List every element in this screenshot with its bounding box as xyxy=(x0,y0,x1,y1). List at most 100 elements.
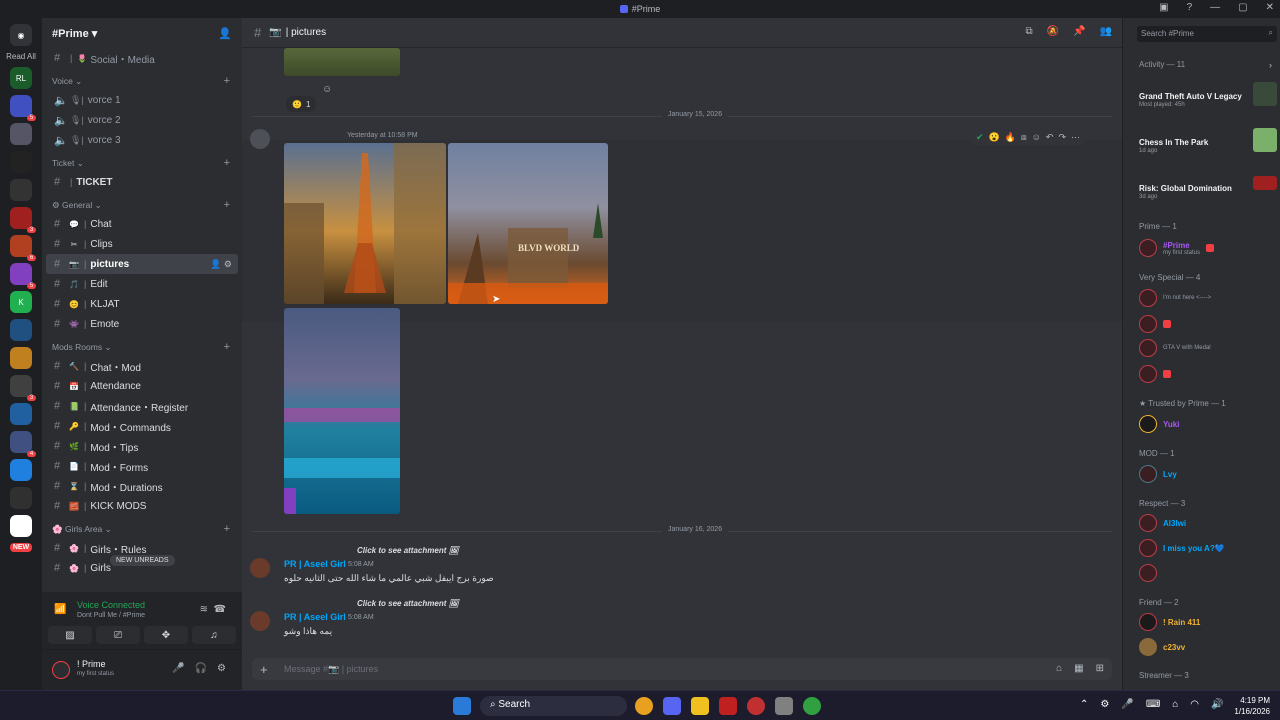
channel-chat[interactable]: # 💬 | Chat xyxy=(46,214,238,234)
eiffel-tower-image[interactable] xyxy=(284,143,446,304)
server-icon-15[interactable] xyxy=(10,515,32,537)
member-item[interactable] xyxy=(1139,364,1171,384)
new-unreads-pill[interactable]: NEW UNREADS xyxy=(110,555,175,566)
apps-icon[interactable]: ⊞ xyxy=(1096,663,1104,674)
volume-icon[interactable]: 🔊 xyxy=(1211,699,1223,710)
chrome-icon[interactable] xyxy=(803,697,821,715)
member-item[interactable]: I'm not here <----> xyxy=(1139,288,1211,308)
add-channel-icon[interactable]: + xyxy=(224,199,230,211)
message-author[interactable]: PR | Aseel Girl xyxy=(284,612,346,622)
gift-icon[interactable]: ⌂ xyxy=(1056,663,1062,674)
channel-mod-commands[interactable]: # 🔑 | Mod・Commands xyxy=(46,416,238,436)
help-icon[interactable]: ? xyxy=(1187,2,1193,13)
chevron-right-icon[interactable]: › xyxy=(1269,60,1272,70)
app-icon[interactable] xyxy=(747,697,765,715)
server-icon-1[interactable]: 5 xyxy=(10,95,36,121)
app-icon[interactable]: ⧈ xyxy=(1021,132,1027,143)
settings-icon[interactable] xyxy=(775,697,793,715)
channel-chat-mod[interactable]: # 🔨 | Chat・Mod xyxy=(46,356,238,376)
add-channel-icon[interactable]: + xyxy=(224,157,230,169)
activities-button[interactable]: ✥ xyxy=(144,626,188,644)
channel-kick-mods[interactable]: # 🧱 | KICK MODS xyxy=(46,496,238,516)
channel-pictures[interactable]: # 📷 | pictures 👤 ⚙ xyxy=(46,254,238,274)
fire-icon[interactable]: 🔥 xyxy=(1005,132,1016,143)
channel-mod-durations[interactable]: # ⌛ | Mod・Durations xyxy=(46,476,238,496)
category-mods[interactable]: Mods Rooms ⌄ + xyxy=(46,338,238,356)
search-input[interactable]: Search #Prime ⌕ xyxy=(1137,26,1277,42)
channel-edit[interactable]: # 🎵 | Edit xyxy=(46,274,238,294)
read-all-button[interactable]: Read All xyxy=(6,52,36,61)
activity-card-risk[interactable]: Risk: Global Domination 3d ago xyxy=(1139,176,1279,200)
channel-emote[interactable]: # 👾 | Emote xyxy=(46,314,238,334)
channel-mod-tips[interactable]: # 🌿 | Mod・Tips xyxy=(46,436,238,456)
member-item[interactable]: Yuki xyxy=(1139,414,1179,434)
start-icon[interactable] xyxy=(453,697,471,715)
server-header[interactable]: #Prime ▾ 👤 xyxy=(42,18,242,48)
screen-share-button[interactable]: ⎚ xyxy=(96,626,140,644)
add-attachment-icon[interactable]: + xyxy=(260,662,268,677)
server-icon-k[interactable]: K xyxy=(10,291,32,313)
clock[interactable]: 4:19 PM 1/16/2026 xyxy=(1234,695,1270,717)
member-list-icon[interactable]: 👥 xyxy=(1100,26,1112,37)
threads-icon[interactable]: ⧉ xyxy=(1026,26,1033,37)
add-channel-icon[interactable]: + xyxy=(224,341,230,353)
keyboard-icon[interactable]: ⌨ xyxy=(1146,699,1160,710)
add-channel-icon[interactable]: + xyxy=(224,75,230,87)
tray-app-icon[interactable]: ⚙ xyxy=(1100,699,1109,710)
server-icon-11[interactable] xyxy=(10,403,32,425)
headphones-icon[interactable]: 🎧 xyxy=(195,663,207,674)
check-icon[interactable]: ✔ xyxy=(976,132,984,143)
reaction[interactable]: 🙂 1 xyxy=(286,96,317,112)
invite-icon[interactable]: 👤 xyxy=(218,27,232,40)
message-composer[interactable]: + Message #📷 | pictures ⌂ ▦ ⊞ xyxy=(252,658,1112,680)
chrome-icon[interactable] xyxy=(635,697,653,715)
soundboard-button[interactable]: ♫ xyxy=(192,626,236,644)
message-avatar[interactable] xyxy=(250,129,270,149)
pin-icon[interactable]: 📌 xyxy=(1073,26,1085,37)
gif-icon[interactable]: ▦ xyxy=(1074,663,1083,674)
more-icon[interactable]: ⋯ xyxy=(1071,132,1080,143)
server-icon-3[interactable] xyxy=(10,151,32,173)
activity-card-chess[interactable]: Chess In The Park 1d ago xyxy=(1139,128,1279,154)
invite-icon[interactable]: 👤 xyxy=(210,259,221,269)
server-icon-10[interactable]: 3 xyxy=(10,375,36,401)
discord-icon[interactable] xyxy=(663,697,681,715)
server-icon-14[interactable] xyxy=(10,487,32,509)
file-explorer-icon[interactable] xyxy=(691,697,709,715)
close-button[interactable]: ✕ xyxy=(1266,2,1274,13)
channel-kljat[interactable]: # 😊 | KLJAT xyxy=(46,294,238,314)
category-girls[interactable]: 🌸 Girls Area ⌄ + xyxy=(46,520,238,538)
inbox-icon[interactable]: ▣ xyxy=(1159,2,1168,13)
member-item[interactable]: c23vv xyxy=(1139,637,1185,657)
category-voice[interactable]: Voice ⌄ + xyxy=(46,72,238,90)
settings-icon[interactable]: ⚙ xyxy=(224,259,232,269)
channel-social-media[interactable]: # | 🌷 Social・Media xyxy=(46,48,238,68)
server-icon-4[interactable] xyxy=(10,179,32,201)
chevron-up-icon[interactable]: ⌃ xyxy=(1080,699,1088,710)
voice-channel-3[interactable]: 🔈 🎙| vorce 3 xyxy=(46,130,238,150)
channel-attendance[interactable]: # 📅 | Attendance xyxy=(46,376,238,396)
server-icon-8[interactable] xyxy=(10,319,32,341)
forward-icon[interactable]: ↷ xyxy=(1058,132,1066,143)
reply-icon[interactable]: ↶ xyxy=(1046,132,1054,143)
disconnect-icon[interactable]: ☎ xyxy=(214,604,226,615)
message-avatar[interactable] xyxy=(250,558,270,578)
microphone-icon[interactable]: 🎤 xyxy=(1121,699,1133,710)
noise-suppression-icon[interactable]: ≋ xyxy=(200,604,208,615)
mute-icon[interactable]: 🔕 xyxy=(1047,26,1059,37)
minimize-button[interactable]: — xyxy=(1210,2,1220,13)
server-icon-13[interactable] xyxy=(10,459,32,481)
category-general[interactable]: ⚙ General ⌄ + xyxy=(46,196,238,214)
lake-night-image[interactable] xyxy=(284,308,400,514)
taskbar-search[interactable]: ⌕ Search xyxy=(480,696,627,716)
server-icon-12[interactable]: 4 xyxy=(10,431,36,457)
add-channel-icon[interactable]: + xyxy=(224,523,230,535)
network-icon[interactable]: ⌂ xyxy=(1172,699,1178,710)
app-icon[interactable] xyxy=(719,697,737,715)
attachment-link[interactable]: Click to see attachment 🖼 xyxy=(357,546,459,555)
member-item[interactable]: #Prime my first status xyxy=(1139,238,1215,258)
activity-card-gta[interactable]: Grand Theft Auto V Legacy Most played: 4… xyxy=(1139,82,1279,108)
category-ticket[interactable]: Ticket ⌄ + xyxy=(46,154,238,172)
home-button[interactable]: ◉ xyxy=(10,24,32,46)
server-icon-9[interactable] xyxy=(10,347,32,369)
